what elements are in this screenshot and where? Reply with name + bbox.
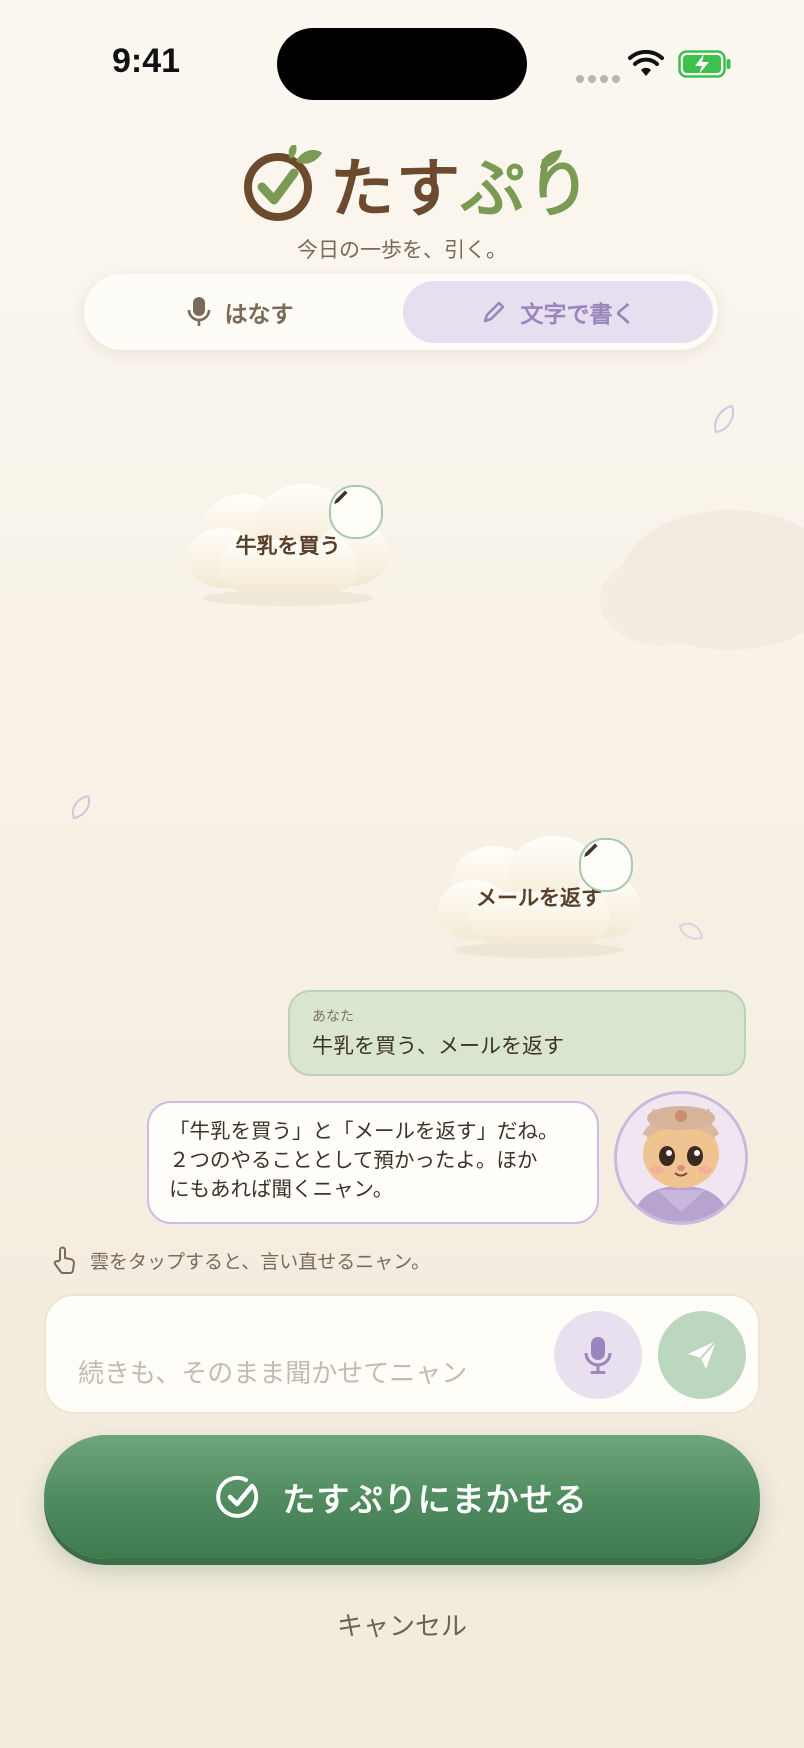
- cancel-button[interactable]: キャンセル: [0, 1606, 804, 1643]
- logo-check-leaf-icon: [244, 145, 322, 221]
- primary-button-label: たすぷりにまかせる: [282, 1480, 588, 1519]
- pencil-icon: [334, 490, 348, 504]
- logo-text-prefix: たす: [330, 153, 461, 227]
- hint-text: 雲をタップすると、言い直せるニャン。: [90, 1250, 431, 1273]
- status-time: 9:41: [112, 42, 181, 80]
- input-mode-toggle: はなす 文字で書く: [84, 274, 718, 350]
- edit-cloud-button[interactable]: [329, 485, 383, 539]
- tab-write-label: 文字で書く: [520, 302, 636, 328]
- leaf-decoration-icon: [678, 922, 704, 940]
- assistant-message-bubble: 「牛乳を買う」と「メールを返す」だね。 ２つのやることとして預かったよ。ほか に…: [147, 1101, 599, 1224]
- message-input[interactable]: [76, 1358, 510, 1390]
- delegate-to-tasupuri-button[interactable]: たすぷりにまかせる: [44, 1435, 760, 1559]
- send-button[interactable]: [658, 1311, 746, 1399]
- assistant-message-line: 「牛乳を買う」と「メールを返す」だね。: [169, 1119, 559, 1143]
- edit-cloud-button[interactable]: [579, 838, 633, 892]
- tab-speak-label: はなす: [224, 302, 294, 328]
- leaf-decoration-icon: [72, 794, 90, 820]
- send-icon: [688, 1340, 717, 1369]
- task-cloud[interactable]: 牛乳を買う: [183, 480, 393, 610]
- user-message-text: 牛乳を買う、メールを返す: [312, 1034, 564, 1058]
- check-circle-icon: [216, 1475, 259, 1518]
- battery-charging-icon: [678, 50, 731, 78]
- logo-leaf-icon: [540, 150, 562, 168]
- app-tagline: 今日の一歩を、引く。: [297, 238, 507, 262]
- logo-text-suffix: ぷり: [460, 153, 593, 227]
- user-message-bubble: あなた 牛乳を買う、メールを返す: [288, 990, 746, 1076]
- task-cloud[interactable]: メールを返す: [434, 832, 644, 962]
- tab-speak[interactable]: はなす: [84, 274, 396, 350]
- voice-input-button[interactable]: [554, 1311, 642, 1399]
- dynamic-island: [277, 28, 527, 100]
- microphone-icon: [187, 297, 210, 326]
- tab-write-text[interactable]: 文字で書く: [403, 281, 713, 343]
- cat-mascot-avatar: [614, 1091, 748, 1225]
- pencil-icon: [483, 301, 504, 323]
- signal-dots-icon: [576, 68, 624, 87]
- message-composer: [44, 1294, 760, 1414]
- tap-cloud-hint: 雲をタップすると、言い直せるニャン。: [52, 1246, 430, 1274]
- leaf-decoration-icon: [714, 404, 734, 434]
- assistant-message-line: ２つのやることとして預かったよ。ほか: [169, 1148, 538, 1172]
- pencil-icon: [584, 843, 598, 857]
- assistant-message-line: にもあれば聞くニャン。: [169, 1177, 394, 1201]
- background-cloud-shape: [600, 510, 804, 650]
- user-name-label: あなた: [312, 1009, 354, 1025]
- microphone-icon: [584, 1337, 612, 1374]
- hand-tap-icon: [53, 1246, 75, 1274]
- cat-mascot-icon: [617, 1094, 745, 1222]
- wifi-icon: [628, 50, 664, 76]
